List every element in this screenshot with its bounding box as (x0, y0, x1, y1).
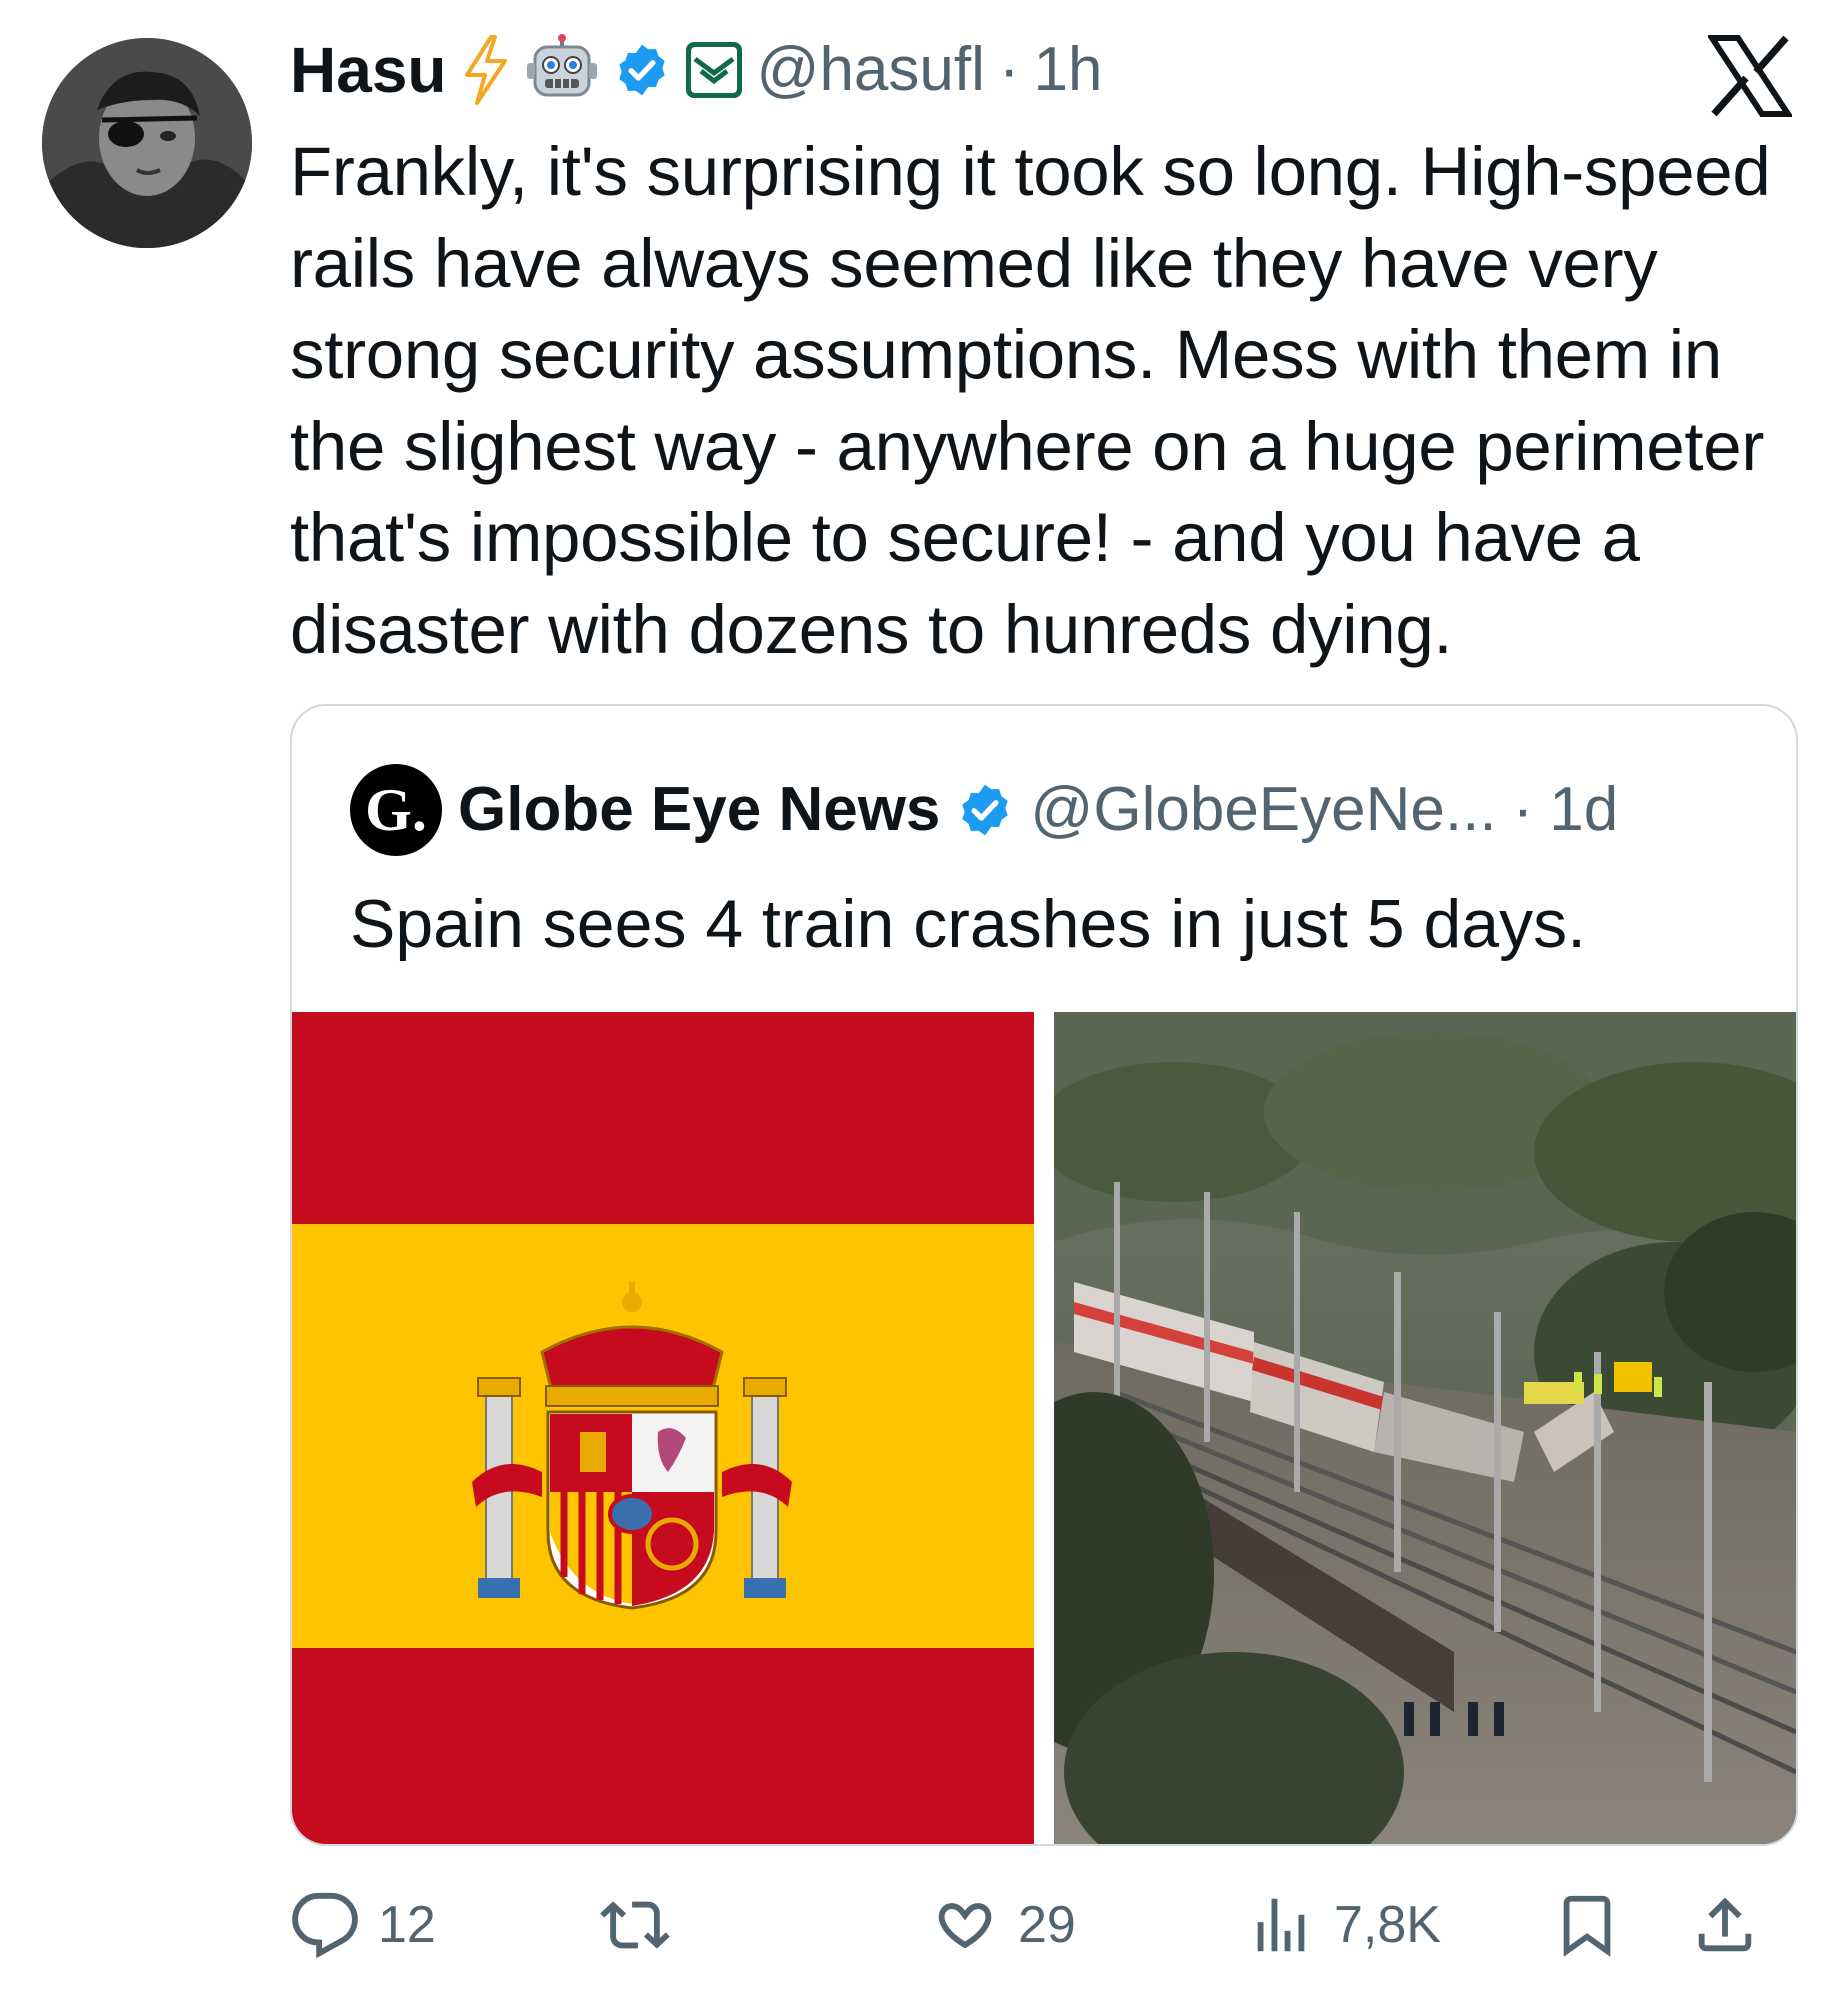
like-button[interactable]: 29 (930, 1880, 1076, 1970)
quoted-author-avatar[interactable]: G. (350, 764, 442, 856)
separator-dot: · (998, 35, 1020, 104)
quoted-tweet-card[interactable]: G. Globe Eye News @GlobeEyeNe... · 1d Sp… (290, 704, 1798, 1846)
share-button[interactable] (1690, 1880, 1760, 1970)
reply-count: 12 (378, 1896, 436, 1954)
heart-icon (938, 1903, 992, 1949)
train-crash-photo[interactable] (1054, 1012, 1796, 1844)
tweet-header: Hasu @hasufl · 1h (290, 30, 1103, 110)
quoted-author-handle[interactable]: @GlobeEyeNe... (1030, 779, 1496, 841)
x-logo-icon (1706, 34, 1794, 118)
bookmark-button[interactable] (1552, 1880, 1622, 1970)
views-chart-icon (1257, 1898, 1305, 1952)
retweet-icon (600, 1901, 670, 1949)
quoted-author-display-name[interactable]: Globe Eye News (458, 779, 940, 841)
lightning-icon (461, 35, 511, 105)
flag-red-band-bottom (292, 1648, 1034, 1844)
quoted-tweet-header: G. Globe Eye News @GlobeEyeNe... · 1d (350, 760, 1618, 860)
train-crash-image (1054, 1012, 1796, 1844)
views-button[interactable]: 7,8K (1246, 1880, 1441, 1970)
spain-flag-image[interactable] (292, 1012, 1034, 1844)
bookmark-icon (1563, 1895, 1611, 1957)
views-count: 7,8K (1334, 1896, 1441, 1954)
tweet-text: Frankly, it's surprising it took so long… (290, 133, 1771, 668)
author-handle[interactable]: @hasufl (757, 39, 985, 101)
flag-red-band-top (292, 1012, 1034, 1224)
robot-icon (525, 33, 599, 107)
quoted-verified-badge-icon[interactable] (956, 781, 1014, 839)
tweet-timestamp[interactable]: 1h (1034, 39, 1103, 101)
retweet-button[interactable] (600, 1880, 688, 1970)
avatar[interactable] (42, 38, 252, 248)
quoted-separator-dot: · (1512, 775, 1534, 844)
verified-badge-icon[interactable] (613, 41, 671, 99)
tweet-action-bar: 12 29 7,8K (290, 1880, 1810, 1970)
reply-icon (292, 1892, 358, 1959)
quoted-timestamp[interactable]: 1d (1549, 779, 1618, 841)
avatar-illustration (42, 38, 252, 248)
reply-button[interactable]: 12 (290, 1880, 436, 1970)
author-display-name[interactable]: Hasu (290, 38, 447, 102)
like-count: 29 (1018, 1896, 1076, 1954)
coat-of-arms-icon (472, 1282, 792, 1610)
share-icon (1698, 1897, 1752, 1952)
affiliation-badge-icon[interactable] (685, 41, 743, 99)
quoted-tweet-text: Spain sees 4 train crashes in just 5 day… (350, 886, 1586, 962)
